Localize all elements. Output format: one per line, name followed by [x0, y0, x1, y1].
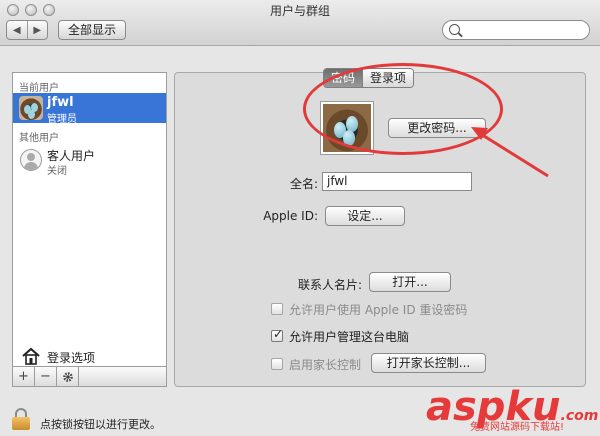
user-avatar — [19, 96, 43, 120]
full-name-label: 全名: — [289, 177, 318, 191]
forward-icon[interactable]: ▶ — [26, 21, 48, 39]
watermark-subtitle: 免费网站源码下载站! — [470, 422, 565, 433]
user-role: 管理员 — [47, 114, 77, 125]
apple-id-set-button[interactable]: 设定... — [325, 206, 405, 226]
annotation-ellipse — [303, 63, 503, 155]
login-options-item[interactable]: 登录选项 — [13, 345, 166, 367]
user-name: jfwl — [47, 95, 74, 110]
search-input[interactable] — [442, 20, 590, 40]
nav-buttons: ◀ ▶ — [6, 20, 48, 40]
remove-user-button[interactable]: − — [35, 367, 57, 386]
checkbox-reset-with-apple-id[interactable]: 允许用户使用 Apple ID 重设密码 — [271, 301, 467, 317]
open-contact-button[interactable]: 打开... — [369, 272, 451, 292]
house-icon — [22, 347, 40, 365]
checkbox-label: 允许用户使用 Apple ID 重设密码 — [289, 302, 468, 317]
title-bar: 用户与群组 ◀ ▶ 全部显示 — [0, 0, 600, 46]
checkbox-parental-controls[interactable]: 启用家长控制 — [271, 356, 361, 372]
checkbox-label: 允许用户管理这台电脑 — [289, 329, 410, 344]
checkbox-box[interactable] — [271, 327, 283, 342]
user-row-guest[interactable]: 客人用户 关闭 — [13, 145, 166, 177]
user-list: 当前用户 jfwl 管理员 其他用户 客人用户 关闭 登录选项 — [12, 72, 167, 387]
open-parental-controls-button[interactable]: 打开家长控制... — [371, 353, 486, 373]
other-users-header: 其他用户 — [19, 133, 59, 144]
gear-icon[interactable] — [57, 367, 79, 386]
add-user-button[interactable]: + — [13, 367, 35, 386]
full-name-field[interactable]: jfwl — [322, 172, 472, 191]
lock-hint-text: 点按锁按钮以进行更改。 — [40, 418, 161, 431]
apple-id-label: Apple ID: — [263, 209, 318, 223]
guest-icon — [20, 149, 42, 171]
search-icon — [449, 24, 460, 35]
current-users-header: 当前用户 — [19, 83, 59, 94]
window-title: 用户与群组 — [269, 4, 330, 18]
show-all-button[interactable]: 全部显示 — [58, 20, 126, 40]
guest-status: 关闭 — [47, 166, 67, 177]
checkbox-admin[interactable]: 允许用户管理这台电脑 — [271, 327, 410, 344]
checkbox-label: 启用家长控制 — [289, 357, 362, 372]
contact-card-label: 联系人名片: — [297, 278, 362, 292]
login-options-label: 登录选项 — [47, 351, 96, 365]
sidebar-toolbar: + − — [12, 366, 167, 387]
back-icon[interactable]: ◀ — [7, 21, 27, 39]
user-row-jfwl[interactable]: jfwl 管理员 — [13, 93, 166, 125]
lock-icon[interactable] — [12, 408, 30, 430]
checkbox-box[interactable] — [271, 303, 283, 315]
checkbox-box[interactable] — [271, 358, 283, 370]
